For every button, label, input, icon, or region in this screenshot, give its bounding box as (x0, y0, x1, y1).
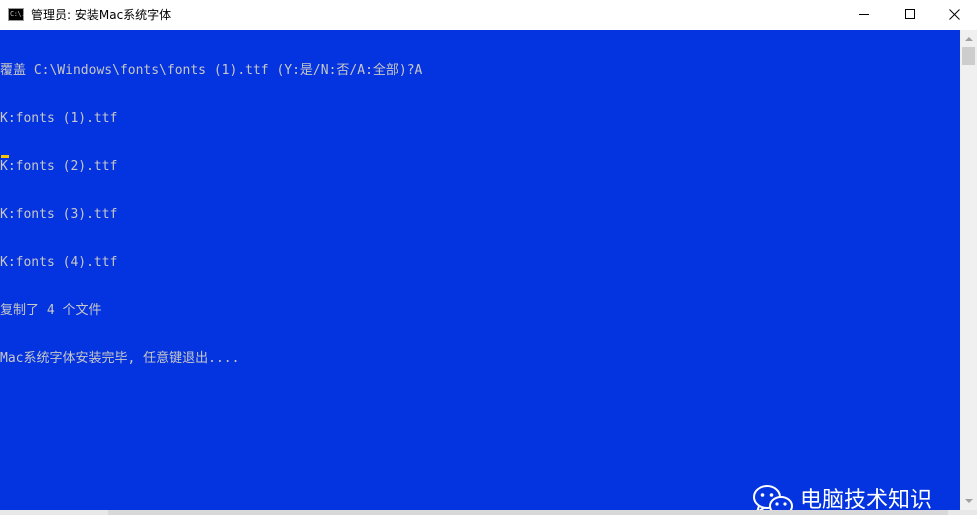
arrow-up-icon (965, 37, 973, 41)
scrollbar-thumb[interactable] (962, 47, 975, 65)
horizontal-scrollbar-thumb[interactable] (108, 510, 948, 515)
cmd-icon[interactable]: C:\. (8, 8, 25, 21)
console-line: K:fonts (3).ttf (0, 207, 118, 222)
arrow-down-icon (965, 499, 973, 503)
horizontal-scrollbar[interactable] (0, 510, 977, 515)
close-icon (949, 9, 960, 20)
title-bar[interactable]: C:\. 管理员: 安装Mac系统字体 (0, 0, 977, 30)
watermark-text: 电脑技术知识 (800, 488, 933, 510)
console-line: K:fonts (4).ttf (0, 255, 118, 270)
console-line: 复制了 4 个文件 (0, 303, 102, 318)
vertical-scrollbar[interactable] (960, 30, 977, 510)
cmd-icon-glyph: C:\. (10, 10, 25, 18)
scroll-down-button[interactable] (960, 493, 977, 510)
console-line: K:fonts (1).ttf (0, 111, 118, 126)
console-line: K:fonts (2).ttf (0, 159, 118, 174)
console-line: Mac系统字体安装完毕, 任意键退出.... (0, 351, 240, 366)
maximize-icon (905, 9, 915, 19)
maximize-button[interactable] (887, 0, 933, 30)
text-cursor (1, 155, 9, 158)
console-window: C:\. 管理员: 安装Mac系统字体 覆盖 C:\Windows\fonts\… (0, 0, 977, 515)
console-line: 覆盖 C:\Windows\fonts\fonts (1).ttf (Y:是/N… (0, 63, 423, 78)
console-output[interactable]: 覆盖 C:\Windows\fonts\fonts (1).ttf (Y:是/N… (0, 30, 960, 510)
minimize-button[interactable] (841, 0, 887, 30)
window-title: 管理员: 安装Mac系统字体 (31, 8, 172, 22)
close-button[interactable] (932, 0, 977, 30)
watermark: 电脑技术知识 (752, 482, 932, 510)
console-text: 覆盖 C:\Windows\fonts\fonts (1).ttf (Y:是/N… (0, 31, 422, 399)
minimize-icon (859, 14, 869, 15)
wechat-icon (753, 485, 793, 510)
scroll-up-button[interactable] (960, 30, 977, 47)
